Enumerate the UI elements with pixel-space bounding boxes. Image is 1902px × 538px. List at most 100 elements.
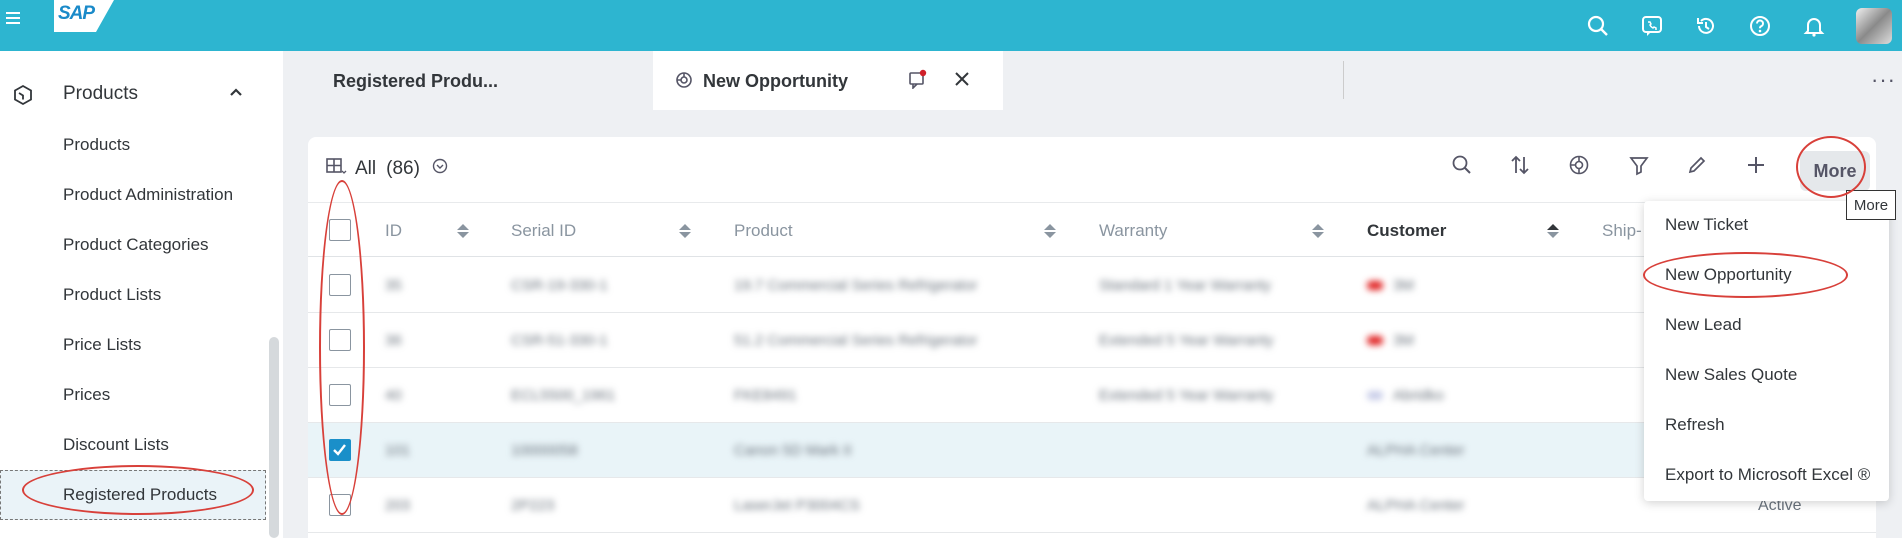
chevron-up-icon[interactable] xyxy=(228,84,244,105)
column-header-serial-id[interactable]: Serial ID xyxy=(511,221,576,241)
menu-item-refresh[interactable]: Refresh xyxy=(1665,415,1725,435)
cell-id: 36 xyxy=(385,332,402,349)
cell-id: 101 xyxy=(385,442,411,459)
row-checkbox[interactable] xyxy=(329,494,351,516)
column-header-id[interactable]: ID xyxy=(385,221,402,241)
search-icon[interactable] xyxy=(1451,154,1473,181)
column-header-product[interactable]: Product xyxy=(734,221,793,241)
sort-icon[interactable] xyxy=(1546,223,1560,244)
notification-bell-icon[interactable] xyxy=(1802,14,1826,38)
sidebar: Products Products Product Administration… xyxy=(0,51,283,538)
cell-product: Canon 5D Mark II xyxy=(734,442,852,459)
close-icon[interactable] xyxy=(953,70,971,93)
filter-icon[interactable] xyxy=(1628,154,1650,181)
cell-product: 19.7 Commercial Series Refrigerator xyxy=(734,277,978,294)
cell-id: 203 xyxy=(385,497,411,514)
sort-icon[interactable] xyxy=(678,223,692,244)
view-label[interactable]: All xyxy=(355,158,376,180)
group-icon[interactable] xyxy=(1568,154,1590,181)
sap-logo[interactable]: SAP xyxy=(54,0,114,32)
checkmark-icon xyxy=(333,444,346,456)
opportunity-icon xyxy=(675,71,693,94)
product-cube-icon xyxy=(12,84,34,111)
cell-id: 40 xyxy=(385,387,402,404)
menu-item-new-sales-quote[interactable]: New Sales Quote xyxy=(1665,365,1797,385)
more-tooltip: More xyxy=(1846,190,1896,220)
table-row[interactable]: 35 CSR-19-330-1 19.7 Commercial Series R… xyxy=(308,258,1876,313)
tab-new-opportunity[interactable]: New Opportunity xyxy=(653,51,1344,110)
cell-customer[interactable]: Abridko xyxy=(1367,387,1444,404)
logo-text: SAP xyxy=(58,3,95,24)
sidebar-section-products[interactable]: Products xyxy=(0,74,270,114)
cell-customer[interactable]: 3M xyxy=(1367,277,1414,294)
edit-pencil-icon[interactable] xyxy=(1686,154,1708,181)
sidebar-scrollbar[interactable] xyxy=(269,337,279,538)
sidebar-item-discount-lists[interactable]: Discount Lists xyxy=(63,435,169,455)
cell-warranty: Extended 5 Year Warranty xyxy=(1099,332,1274,349)
sort-icon[interactable] xyxy=(1311,223,1325,244)
more-button[interactable]: More xyxy=(1800,151,1870,191)
search-icon[interactable] xyxy=(1586,14,1610,38)
sort-icon[interactable] xyxy=(1043,223,1057,244)
user-avatar[interactable] xyxy=(1856,7,1892,44)
sort-icon[interactable] xyxy=(456,223,470,244)
unsaved-note-icon[interactable] xyxy=(908,69,928,94)
table-header: ID Serial ID Product Warranty Customer S… xyxy=(308,202,1876,257)
tab-overflow-icon[interactable]: ··· xyxy=(1871,67,1896,93)
cell-customer[interactable]: ALPHA Center xyxy=(1367,442,1465,459)
help-icon[interactable] xyxy=(1748,14,1772,38)
column-header-ship-to[interactable]: Ship- xyxy=(1602,221,1642,241)
cell-product: FKE8491 xyxy=(734,387,797,404)
menu-icon[interactable] xyxy=(6,12,20,24)
cell-customer[interactable]: 3M xyxy=(1367,332,1414,349)
cell-serial-id: 10000058 xyxy=(511,442,578,459)
select-all-checkbox[interactable] xyxy=(329,219,351,241)
tab-divider xyxy=(1343,61,1344,99)
shell-bar: SAP xyxy=(0,0,1902,51)
sort-icon[interactable] xyxy=(1509,154,1531,181)
customer-name: 3M xyxy=(1393,332,1414,349)
menu-item-export-excel[interactable]: Export to Microsoft Excel ® xyxy=(1665,465,1870,485)
tab-bar: Registered Produ... New Opportunity ··· xyxy=(308,51,1902,110)
sidebar-item-product-categories[interactable]: Product Categories xyxy=(63,235,209,255)
history-icon[interactable] xyxy=(1694,14,1718,38)
view-dropdown-icon[interactable] xyxy=(432,158,448,180)
menu-item-new-opportunity[interactable]: New Opportunity xyxy=(1665,265,1792,285)
sidebar-item-prices[interactable]: Prices xyxy=(63,385,110,405)
row-checkbox[interactable] xyxy=(329,384,351,406)
list-card: All (86) More ID Serial ID Product Warra… xyxy=(308,137,1876,538)
row-checkbox[interactable] xyxy=(329,274,351,296)
cell-product: 51.2 Commercial Series Refrigerator xyxy=(734,332,978,349)
cell-product: LaserJet P3004CS xyxy=(734,497,860,514)
menu-item-new-ticket[interactable]: New Ticket xyxy=(1665,215,1748,235)
sidebar-item-product-lists[interactable]: Product Lists xyxy=(63,285,161,305)
row-checkbox-checked[interactable] xyxy=(329,439,351,461)
add-icon[interactable] xyxy=(1745,154,1767,181)
table-row[interactable]: 203 2P223 LaserJet P3004CS ALPHA Center … xyxy=(308,478,1876,533)
cell-serial-id: CSR-19-330-1 xyxy=(511,277,608,294)
tab-registered-products[interactable]: Registered Produ... xyxy=(308,51,653,110)
sidebar-item-price-lists[interactable]: Price Lists xyxy=(63,335,141,355)
sidebar-section-label: Products xyxy=(63,83,138,104)
cell-id: 35 xyxy=(385,277,402,294)
table-row[interactable]: 40 ECL5500_1961 FKE8491 Extended 5 Year … xyxy=(308,368,1876,423)
cell-warranty: Extended 5 Year Warranty xyxy=(1099,387,1274,404)
phone-chat-icon[interactable] xyxy=(1640,14,1664,38)
sidebar-item-products[interactable]: Products xyxy=(63,135,130,155)
cell-serial-id: 2P223 xyxy=(511,497,555,514)
cell-serial-id: ECL5500_1961 xyxy=(511,387,616,404)
customer-name: 3M xyxy=(1393,277,1414,294)
cell-customer[interactable]: ALPHA Center xyxy=(1367,497,1465,514)
table-row-selected[interactable]: 101 10000058 Canon 5D Mark II ALPHA Cent… xyxy=(308,423,1876,478)
menu-item-new-lead[interactable]: New Lead xyxy=(1665,315,1742,335)
row-checkbox[interactable] xyxy=(329,329,351,351)
table-row[interactable]: 36 CSR-51-330-1 51.2 Commercial Series R… xyxy=(308,313,1876,368)
cell-serial-id: CSR-51-330-1 xyxy=(511,332,608,349)
customer-name: Abridko xyxy=(1393,387,1444,404)
column-header-warranty[interactable]: Warranty xyxy=(1099,221,1167,241)
tab-label: Registered Produ... xyxy=(333,71,499,91)
sidebar-item-registered-products[interactable]: Registered Products xyxy=(63,485,217,505)
table-view-icon[interactable] xyxy=(323,156,347,182)
sidebar-item-product-administration[interactable]: Product Administration xyxy=(63,185,233,205)
column-header-customer[interactable]: Customer xyxy=(1367,221,1446,241)
